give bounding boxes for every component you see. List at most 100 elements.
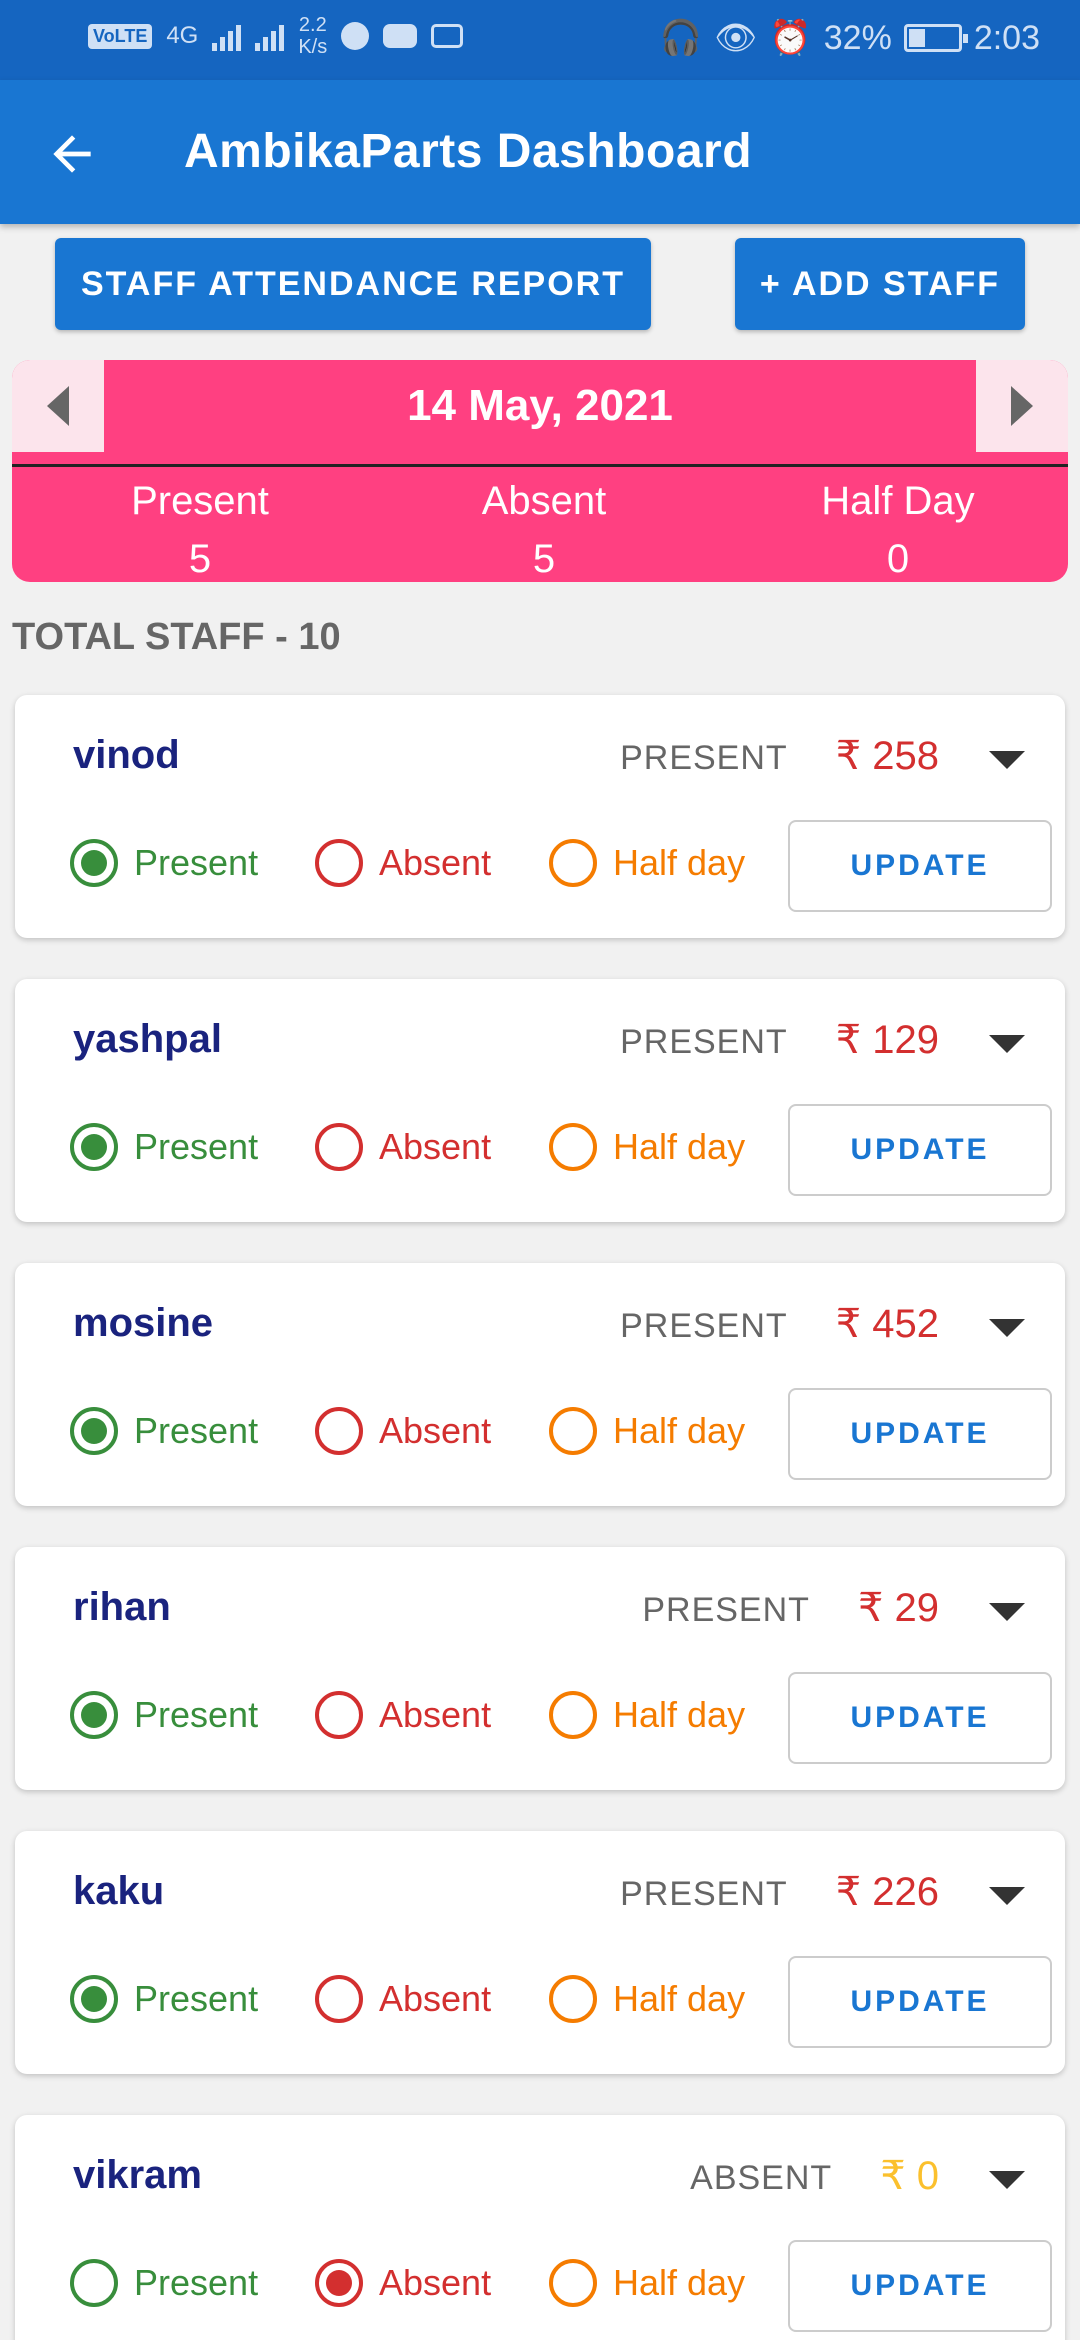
- expand-caret-icon[interactable]: [989, 1319, 1025, 1337]
- update-button[interactable]: UPDATE: [788, 1388, 1052, 1480]
- staff-status-amount: ABSENT ₹ 0: [690, 2153, 939, 2199]
- selected-date: 14 May, 2021: [407, 381, 673, 430]
- halfday-radio[interactable]: Half day: [549, 839, 745, 887]
- staff-amount: ₹ 258: [835, 734, 939, 778]
- present-radio[interactable]: Present: [70, 839, 258, 887]
- staff-amount: ₹ 0: [880, 2154, 939, 2198]
- total-staff-label: TOTAL STAFF - 10: [12, 616, 341, 658]
- date-summary-panel: 14 May, 2021 Present 5 Absent 5 Half Day…: [12, 360, 1068, 582]
- next-date-button[interactable]: [976, 360, 1068, 452]
- app-bar: AmbikaParts Dashboard: [0, 80, 1080, 224]
- halfday-option-label: Half day: [613, 1694, 746, 1735]
- present-option-label: Present: [134, 1126, 259, 1167]
- back-arrow-icon[interactable]: [44, 126, 100, 182]
- staff-status-amount: PRESENT ₹ 29: [642, 1585, 939, 1631]
- absent-option-label: Absent: [379, 842, 492, 883]
- halfday-option-label: Half day: [613, 1126, 746, 1167]
- halfday-radio[interactable]: Half day: [549, 1123, 745, 1171]
- absent-option-label: Absent: [379, 1694, 492, 1735]
- radio-unchecked-icon: [549, 1691, 597, 1739]
- present-option-label: Present: [134, 2262, 259, 2303]
- staff-attendance-report-button[interactable]: STAFF ATTENDANCE REPORT: [55, 238, 651, 330]
- halfday-radio[interactable]: Half day: [549, 2259, 745, 2307]
- halfday-summary-count: 0: [886, 537, 910, 581]
- staff-name: vinod: [73, 733, 180, 777]
- expand-caret-icon[interactable]: [989, 2171, 1025, 2189]
- headset-icon: 🎧: [659, 19, 703, 57]
- staff-amount: ₹ 226: [835, 1870, 939, 1914]
- eye-icon: 👁: [714, 19, 758, 57]
- expand-caret-icon[interactable]: [989, 1887, 1025, 1905]
- radio-unchecked-icon: [70, 2259, 118, 2307]
- chevron-left-icon: [47, 386, 69, 426]
- radio-unchecked-icon: [315, 1407, 363, 1455]
- add-staff-button[interactable]: + ADD STAFF: [735, 238, 1025, 330]
- update-button[interactable]: UPDATE: [788, 1104, 1052, 1196]
- radio-unchecked-icon: [549, 1407, 597, 1455]
- camera-icon: [431, 24, 464, 48]
- absent-radio[interactable]: Absent: [315, 839, 491, 887]
- present-radio[interactable]: Present: [70, 1691, 258, 1739]
- expand-caret-icon[interactable]: [989, 1035, 1025, 1053]
- absent-radio[interactable]: Absent: [315, 2259, 491, 2307]
- update-button[interactable]: UPDATE: [788, 2240, 1052, 2332]
- signal-icon: [212, 21, 242, 51]
- staff-status-amount: PRESENT ₹ 129: [620, 1017, 939, 1063]
- present-radio[interactable]: Present: [70, 1975, 258, 2023]
- staff-status: PRESENT: [620, 1307, 788, 1345]
- halfday-radio[interactable]: Half day: [549, 1407, 745, 1455]
- halfday-option-label: Half day: [613, 1978, 746, 2019]
- clock: 2:03: [973, 18, 1040, 57]
- present-summary-count: 5: [188, 537, 212, 581]
- signal-2-icon: [255, 21, 285, 51]
- staff-status-amount: PRESENT ₹ 258: [620, 733, 939, 779]
- absent-radio[interactable]: Absent: [315, 1691, 491, 1739]
- absent-option-label: Absent: [379, 1410, 492, 1451]
- update-button[interactable]: UPDATE: [788, 820, 1052, 912]
- present-radio[interactable]: Present: [70, 1123, 258, 1171]
- speed-unit: K/s: [298, 36, 328, 58]
- staff-card: vinod PRESENT ₹ 258 Present Absent Half …: [15, 695, 1065, 938]
- battery-icon: [903, 24, 968, 52]
- staff-card: kaku PRESENT ₹ 226 Present Absent Half d…: [15, 1831, 1065, 2074]
- halfday-radio[interactable]: Half day: [549, 1975, 745, 2023]
- absent-option-label: Absent: [379, 1126, 492, 1167]
- halfday-radio[interactable]: Half day: [549, 1691, 745, 1739]
- absent-option-label: Absent: [379, 1978, 492, 2019]
- staff-status: ABSENT: [690, 2159, 833, 2197]
- staff-name: vikram: [73, 2153, 202, 2197]
- present-radio[interactable]: Present: [70, 2259, 258, 2307]
- page-title: AmbikaParts Dashboard: [184, 125, 753, 178]
- radio-unchecked-icon: [315, 1123, 363, 1171]
- absent-radio[interactable]: Absent: [315, 1975, 491, 2023]
- update-button[interactable]: UPDATE: [788, 1956, 1052, 2048]
- previous-date-button[interactable]: [12, 360, 104, 452]
- present-option-label: Present: [134, 1410, 259, 1451]
- status-right: 🎧 👁 ⏰ 32% 2:03: [660, 18, 1040, 58]
- alarm-icon: ⏰: [769, 19, 812, 57]
- staff-card: rihan PRESENT ₹ 29 Present Absent Half d…: [15, 1547, 1065, 1790]
- radio-checked-icon: [70, 1691, 118, 1739]
- absent-radio[interactable]: Absent: [315, 1123, 491, 1171]
- staff-name: kaku: [73, 1869, 165, 1913]
- halfday-option-label: Half day: [613, 2262, 746, 2303]
- halfday-option-label: Half day: [613, 842, 746, 883]
- present-option-label: Present: [134, 1978, 259, 2019]
- staff-name: mosine: [73, 1301, 214, 1345]
- absent-summary-label: Absent: [481, 479, 607, 523]
- absent-option-label: Absent: [379, 2262, 492, 2303]
- spotify-icon: [341, 22, 370, 50]
- radio-checked-icon: [70, 1975, 118, 2023]
- expand-caret-icon[interactable]: [989, 751, 1025, 769]
- staff-card: vikram ABSENT ₹ 0 Present Absent Half da…: [15, 2115, 1065, 2340]
- halfday-summary-label: Half Day: [821, 479, 975, 523]
- absent-radio[interactable]: Absent: [315, 1407, 491, 1455]
- radio-checked-icon: [70, 1123, 118, 1171]
- update-button[interactable]: UPDATE: [788, 1672, 1052, 1764]
- absent-summary: Absent 5: [394, 472, 694, 582]
- staff-name: yashpal: [73, 1017, 222, 1061]
- expand-caret-icon[interactable]: [989, 1603, 1025, 1621]
- present-radio[interactable]: Present: [70, 1407, 258, 1455]
- radio-unchecked-icon: [315, 839, 363, 887]
- present-option-label: Present: [134, 842, 259, 883]
